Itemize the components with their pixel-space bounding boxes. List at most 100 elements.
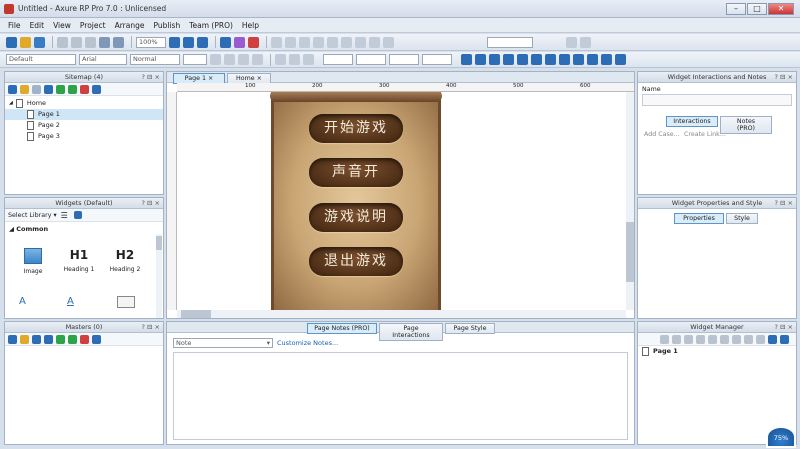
tree-item-page-3[interactable]: Page 3: [5, 131, 163, 142]
cut-icon[interactable]: [57, 36, 68, 48]
paragraph-widget-icon[interactable]: A: [67, 296, 74, 307]
fill-icon[interactable]: [341, 36, 352, 48]
distribute-icon[interactable]: [313, 36, 324, 48]
tree-item-home[interactable]: ◢ Home: [5, 98, 163, 109]
widget-manager-tool-icon[interactable]: [696, 334, 705, 344]
copy-icon[interactable]: [71, 36, 82, 48]
menu-view[interactable]: View: [53, 21, 71, 30]
menu-lines-icon[interactable]: ☰: [61, 211, 68, 220]
save-icon[interactable]: [34, 36, 45, 48]
label-widget-icon[interactable]: A: [19, 296, 26, 307]
search-icon[interactable]: [73, 211, 82, 219]
bold-icon[interactable]: [210, 54, 221, 65]
visibility-select[interactable]: [487, 36, 533, 48]
panel-controls[interactable]: ? ⊟ ×: [775, 322, 793, 332]
widget-name-input[interactable]: [642, 94, 792, 106]
outdent-icon[interactable]: [68, 334, 77, 344]
move-down-icon[interactable]: [44, 334, 53, 344]
size-select[interactable]: [183, 54, 207, 65]
manager-page-row[interactable]: Page 1: [638, 346, 796, 357]
align-tool-icon[interactable]: [559, 54, 570, 65]
notes-textarea[interactable]: [173, 352, 628, 440]
undo-icon[interactable]: [99, 36, 110, 48]
move-down-icon[interactable]: [44, 84, 53, 94]
search-icon[interactable]: [780, 334, 789, 344]
delete-icon[interactable]: [80, 84, 89, 94]
lock-icon[interactable]: [327, 36, 338, 48]
speed-badge[interactable]: 75%: [766, 426, 796, 448]
connector-icon[interactable]: [183, 36, 194, 48]
search-icon[interactable]: [92, 334, 101, 344]
box-widget-icon[interactable]: [117, 296, 135, 308]
heading1-widget[interactable]: H1 Heading 1: [59, 248, 99, 288]
panel-controls[interactable]: ? ⊟ ×: [775, 198, 793, 208]
tab-style[interactable]: Style: [726, 213, 758, 224]
tab-page-interactions[interactable]: Page Interactions: [379, 323, 443, 341]
line-icon[interactable]: [355, 36, 366, 48]
menu-publish[interactable]: Publish: [153, 21, 180, 30]
minimize-button[interactable]: –: [726, 3, 746, 15]
image-widget[interactable]: Image: [13, 248, 53, 288]
indent-icon[interactable]: [56, 84, 65, 94]
widget-manager-tool-icon[interactable]: [660, 334, 669, 344]
sound-on-button[interactable]: 声音开: [309, 158, 403, 187]
note-field-select[interactable]: Note ▾: [173, 338, 273, 348]
outdent-icon[interactable]: [68, 84, 77, 94]
heading2-widget[interactable]: H2 Heading 2: [105, 248, 145, 288]
add-case-link[interactable]: Add Case...: [644, 131, 680, 138]
preview-icon[interactable]: [220, 36, 231, 48]
customize-notes-link[interactable]: Customize Notes...: [277, 339, 338, 347]
dropdown-arrow-icon[interactable]: ▾: [53, 212, 56, 219]
tab-interactions[interactable]: Interactions: [666, 116, 718, 127]
h-field[interactable]: [422, 54, 452, 65]
tab-properties[interactable]: Properties: [674, 213, 724, 224]
menu-edit[interactable]: Edit: [30, 21, 45, 30]
move-up-icon[interactable]: [32, 334, 41, 344]
align-tool-icon[interactable]: [475, 54, 486, 65]
panel-controls[interactable]: ? ⊟ ×: [142, 198, 160, 208]
y-field[interactable]: [356, 54, 386, 65]
widgets-scrollbar[interactable]: [156, 234, 162, 318]
move-up-icon[interactable]: [32, 84, 41, 94]
delete-icon[interactable]: [80, 334, 89, 344]
exit-game-button[interactable]: 退出游戏: [309, 247, 403, 276]
align-left-icon[interactable]: [275, 54, 286, 65]
menu-help[interactable]: Help: [242, 21, 259, 30]
indent-icon[interactable]: [56, 334, 65, 344]
weight-select[interactable]: Normal: [130, 54, 180, 65]
menu-file[interactable]: File: [8, 21, 21, 30]
style-select[interactable]: Default: [6, 54, 76, 65]
page-canvas[interactable]: 开始游戏 声音开 游戏说明 退出游戏: [177, 92, 626, 310]
widgets-section-header[interactable]: ◢ Common: [5, 222, 163, 236]
align-tool-icon[interactable]: [503, 54, 514, 65]
align-tool-icon[interactable]: [461, 54, 472, 65]
align-tool-icon[interactable]: [573, 54, 584, 65]
arrow-style-icon[interactable]: [383, 36, 394, 48]
parchment-scroll-image[interactable]: 开始游戏 声音开 游戏说明 退出游戏: [270, 92, 442, 310]
publish-icon[interactable]: [248, 36, 259, 48]
panel-controls[interactable]: ? ⊟ ×: [775, 72, 793, 82]
panel-controls[interactable]: ? ⊟ ×: [142, 322, 160, 332]
menu-team[interactable]: Team (PRO): [189, 21, 233, 30]
widget-manager-tool-icon[interactable]: [672, 334, 681, 344]
w-field[interactable]: [389, 54, 419, 65]
horizontal-scrollbar[interactable]: [177, 310, 626, 318]
tab-page-notes[interactable]: Page Notes (PRO): [307, 323, 377, 334]
maximize-button[interactable]: □: [747, 3, 767, 15]
tree-item-page-2[interactable]: Page 2: [5, 120, 163, 131]
widget-manager-tool-icon[interactable]: [756, 334, 765, 344]
widget-manager-tool-icon[interactable]: [744, 334, 753, 344]
widget-manager-tool-icon[interactable]: [708, 334, 717, 344]
align-tool-icon[interactable]: [531, 54, 542, 65]
settings-icon[interactable]: [566, 36, 577, 48]
add-page-icon[interactable]: [8, 84, 17, 94]
menu-arrange[interactable]: Arrange: [115, 21, 145, 30]
text-color-icon[interactable]: [252, 54, 263, 65]
game-instructions-button[interactable]: 游戏说明: [309, 203, 403, 232]
tab-notes-pro[interactable]: Notes (PRO): [720, 116, 772, 134]
align-tool-icon[interactable]: [489, 54, 500, 65]
tab-page-style[interactable]: Page Style: [445, 323, 495, 334]
open-folder-icon[interactable]: [20, 36, 31, 48]
help-icon[interactable]: [580, 36, 591, 48]
expand-icon[interactable]: ◢: [9, 98, 13, 109]
